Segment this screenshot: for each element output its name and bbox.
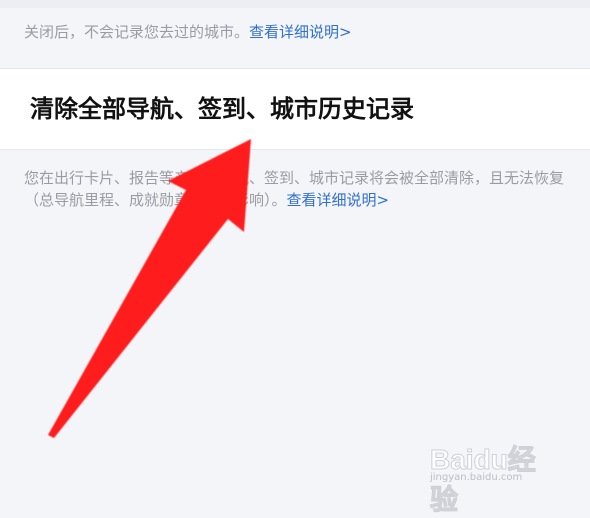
history-note: 关闭后，不会记录您去过的城市。查看详细说明> bbox=[24, 21, 352, 43]
clear-history-row[interactable]: 清除全部导航、签到、城市历史记录 bbox=[0, 68, 590, 150]
watermark-url: jingyan.baidu.com bbox=[430, 472, 523, 483]
clear-details-link[interactable]: 查看详细说明> bbox=[287, 191, 390, 209]
watermark: Baidu经验 jingyan.baidu.com bbox=[430, 438, 560, 516]
clear-history-label: 清除全部导航、签到、城市历史记录 bbox=[30, 95, 414, 123]
clear-history-note: 您在出行卡片、报告等产生的导航、签到、城市记录将会被全部清除，且无法恢复（总导航… bbox=[24, 167, 584, 211]
top-divider bbox=[0, 0, 590, 8]
history-details-link[interactable]: 查看详细说明> bbox=[249, 23, 352, 41]
history-note-text: 关闭后，不会记录您去过的城市。 bbox=[24, 23, 250, 41]
